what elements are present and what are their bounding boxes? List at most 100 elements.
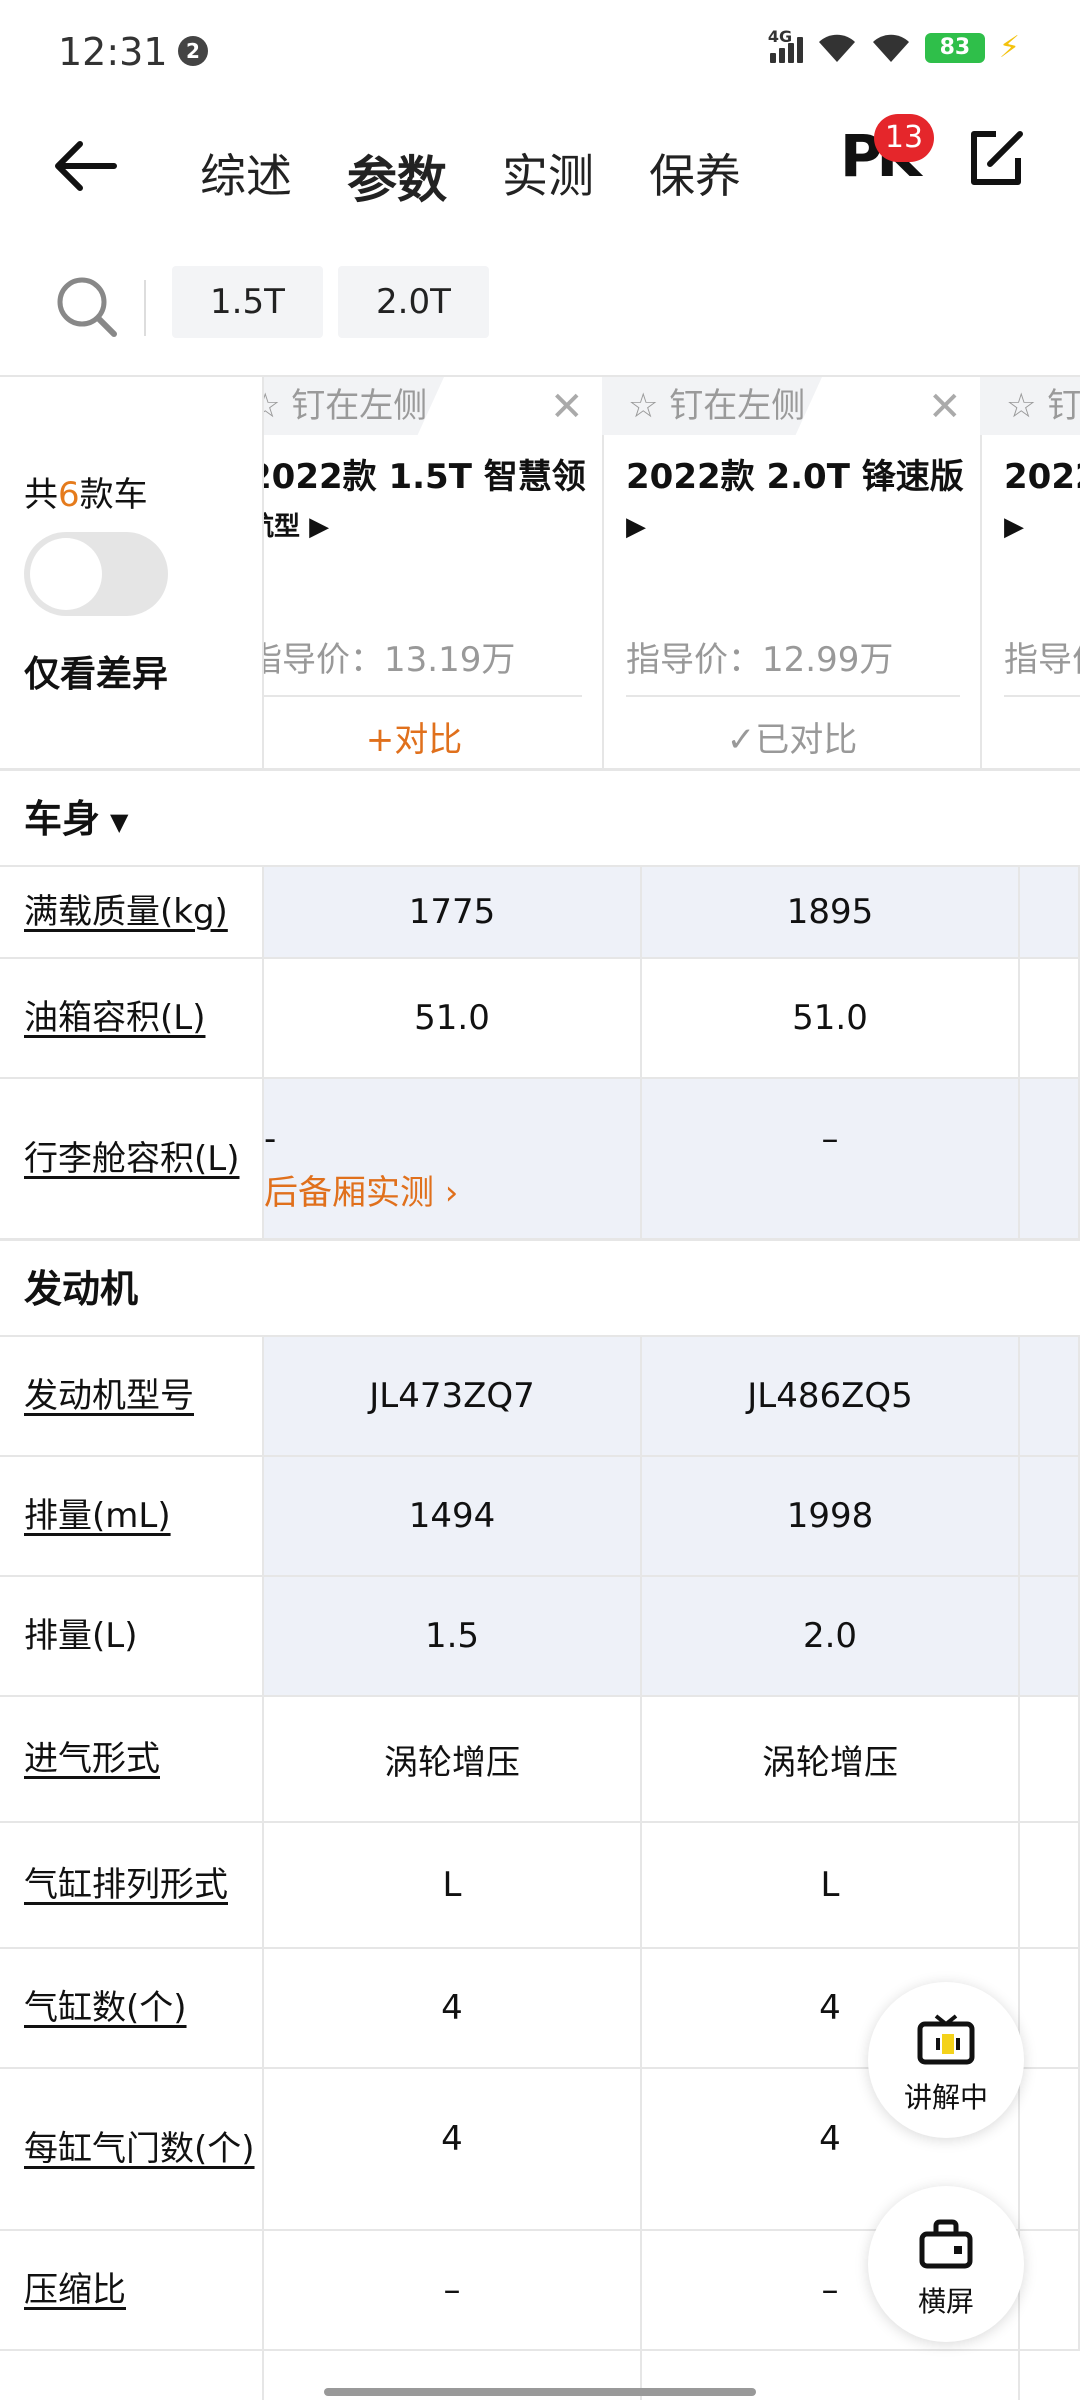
param-value-cutoff [1020, 2069, 1080, 2229]
status-bar: 12:31 2 4G 83 ⚡ [0, 0, 1080, 100]
param-value-cutoff [1020, 1823, 1080, 1947]
param-value: 51.0 [264, 959, 642, 1077]
param-value-cutoff [1020, 1949, 1080, 2067]
car-name-caret: ▶ [1004, 512, 1024, 542]
car-name[interactable]: 2022款 2.0T 锋速版 ▶ [626, 452, 966, 552]
car-name[interactable]: 2022款 ▶ [1004, 452, 1080, 552]
car-count-value: 6 [58, 475, 80, 515]
param-label[interactable]: 油箱容积(L) [0, 959, 264, 1077]
pin-left-button[interactable]: ☆ 钉在左侧 [602, 377, 822, 435]
diff-only-toggle[interactable] [24, 532, 168, 616]
filter-divider [144, 280, 146, 336]
param-label[interactable]: 气缸排列形式 [0, 1823, 264, 1947]
param-value: 51.0 [642, 959, 1020, 1077]
param-value-cutoff [1020, 2231, 1080, 2349]
notification-count-icon: 2 [178, 36, 208, 66]
tab-bar: 综述 参数 实测 保养 [200, 130, 741, 222]
param-value: 1775 [264, 867, 642, 957]
tv-icon [917, 2014, 975, 2065]
pin-label: 钉在左侧 [291, 386, 428, 426]
charging-icon: ⚡ [998, 30, 1020, 65]
param-label-partial [0, 2351, 264, 2400]
search-icon[interactable] [52, 272, 122, 342]
trunk-test-link[interactable]: 后备厢实测 › [264, 1165, 458, 1214]
car-column-3: ☆ 钉在左侧 2022款 ▶ 指导价 [980, 377, 1080, 768]
home-indicator[interactable] [324, 2388, 756, 2396]
param-value: JL486ZQ5 [642, 1337, 1020, 1455]
caret-down-icon: ▼ [110, 807, 129, 836]
param-label[interactable]: 排量(mL) [0, 1457, 264, 1575]
param-value: L [264, 1823, 642, 1947]
car-column-2: ☆ 钉在左侧 ✕ 2022款 2.0T 锋速版 ▶ 指导价：12.99万 ✓已对… [602, 377, 982, 768]
tab-overview[interactable]: 综述 [200, 130, 292, 222]
param-label[interactable]: 满载质量(kg) [0, 867, 264, 957]
param-value: – [642, 1079, 1020, 1238]
explain-fab-button[interactable]: 讲解中 [868, 1982, 1024, 2138]
diff-only-label: 仅看差异 [24, 654, 169, 695]
tab-maintenance[interactable]: 保养 [649, 130, 741, 222]
header-left-column: 共6款车 仅看差异 [0, 377, 264, 768]
pk-count-badge: 13 [874, 114, 934, 162]
param-value-cell: - 后备厢实测 › [264, 1079, 642, 1238]
close-icon[interactable]: ✕ [928, 387, 962, 427]
filter-chip-1-5t[interactable]: 1.5T [172, 266, 323, 338]
table-row: 满载质量(kg) 1775 1895 [0, 867, 1080, 959]
car-name-line1: 2022款 [1004, 457, 1080, 497]
status-icons: 4G 83 ⚡ [768, 27, 1020, 65]
param-label[interactable]: 气缸数(个) [0, 1949, 264, 2067]
param-label[interactable]: 压缩比 [0, 2231, 264, 2349]
section-body-header[interactable]: 车身 ▼ [0, 771, 1080, 867]
top-nav: 综述 参数 实测 保养 PK 13 [0, 100, 1080, 240]
explain-fab-label: 讲解中 [903, 2081, 988, 2114]
tab-params[interactable]: 参数 [347, 130, 447, 222]
param-value: L [642, 1823, 1020, 1947]
pin-label: 钉在左侧 [669, 386, 806, 426]
add-compare-button[interactable]: +对比 [264, 712, 602, 761]
pin-left-button[interactable]: ☆ 钉在左侧 [980, 377, 1080, 435]
param-value: - [264, 1119, 277, 1159]
table-row: 行李舱容积(L) - 后备厢实测 › – [0, 1079, 1080, 1241]
param-value-cutoff [1020, 1457, 1080, 1575]
car-name-line1: 2022款 2.0T 锋速版 [626, 457, 964, 497]
network-type-label: 4G [767, 27, 793, 46]
section-engine-header: 发动机 [0, 1241, 1080, 1337]
param-label[interactable]: 发动机型号 [0, 1337, 264, 1455]
param-value: 1.5 [264, 1577, 642, 1695]
car-name-caret: ▶ [626, 512, 646, 542]
param-label: 排量(L) [0, 1577, 264, 1695]
param-value: 4 [264, 2069, 642, 2229]
param-value-cutoff [1020, 1697, 1080, 1821]
landscape-fab-label: 横屏 [917, 2285, 974, 2318]
status-time: 12:31 [58, 30, 168, 74]
car-price: 指导价：12.99万 [626, 640, 894, 680]
rotate-screen-icon [919, 2219, 973, 2269]
param-value-cutoff [1020, 1577, 1080, 1695]
battery-icon: 83 [924, 33, 985, 63]
car-count-suffix: 款车 [79, 475, 148, 515]
table-row: 油箱容积(L) 51.0 51.0 [0, 959, 1080, 1079]
param-label[interactable]: 每缸气门数(个) [0, 2069, 264, 2229]
car-count-prefix: 共 [24, 475, 58, 515]
edit-icon[interactable] [966, 128, 1026, 188]
car-count: 共6款车 [24, 467, 148, 516]
param-label[interactable]: 进气形式 [0, 1697, 264, 1821]
car-name[interactable]: 2022款 1.5T 智慧领 航型 ▶ [264, 452, 588, 552]
car-column-1: ☆ 钉在左侧 ✕ 2022款 1.5T 智慧领 航型 ▶ 指导价：13.19万 … [264, 377, 604, 768]
landscape-fab-button[interactable]: 横屏 [868, 2186, 1024, 2342]
tab-tests[interactable]: 实测 [502, 130, 594, 222]
car-header: 共6款车 仅看差异 ☆ 钉在左侧 ✕ 2022款 1.5T 智慧领 航型 ▶ 指… [0, 375, 1080, 771]
filter-chip-2-0t[interactable]: 2.0T [338, 266, 489, 338]
param-value: 2.0 [642, 1577, 1020, 1695]
car-price: 指导价：13.19万 [264, 640, 516, 680]
pin-left-button[interactable]: ☆ 钉在左侧 [264, 377, 444, 435]
back-arrow-icon[interactable] [50, 136, 120, 196]
table-row: 排量(L) 1.5 2.0 [0, 1577, 1080, 1697]
wifi-icon-2 [872, 34, 909, 62]
param-value: 1895 [642, 867, 1020, 957]
param-value-cutoff [1020, 1337, 1080, 1455]
price-divider [626, 695, 960, 697]
cellular-signal-icon: 4G [768, 27, 803, 63]
close-icon[interactable]: ✕ [550, 387, 584, 427]
param-label[interactable]: 行李舱容积(L) [0, 1079, 264, 1238]
compared-button[interactable]: ✓已对比 [604, 712, 980, 761]
